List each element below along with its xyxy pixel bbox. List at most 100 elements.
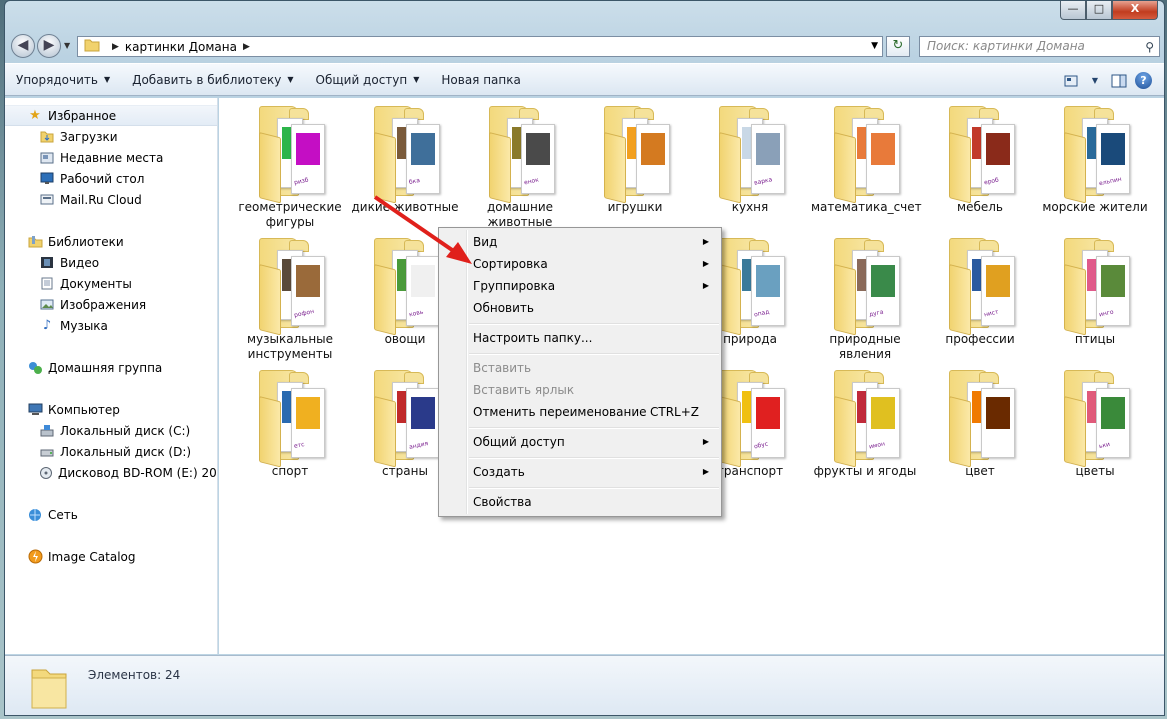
breadcrumb-current[interactable]: картинки Домана xyxy=(125,40,237,54)
folder-item[interactable]: игрушки xyxy=(581,100,689,228)
nav-video[interactable]: Видео xyxy=(5,252,217,273)
close-button[interactable]: X xyxy=(1112,1,1158,20)
picture-folder-icon: варка xyxy=(719,106,785,204)
nav-mailru-cloud[interactable]: Mail.Ru Cloud xyxy=(5,189,217,210)
chevron-down-icon: ▼ xyxy=(287,75,294,84)
folder-label: математика_счет xyxy=(811,200,922,214)
submenu-arrow-icon: ▶ xyxy=(702,259,709,268)
libraries-icon xyxy=(27,234,43,250)
menu-item-customize-folder[interactable]: Настроить папку... xyxy=(441,327,719,349)
nav-label: Библиотеки xyxy=(48,234,124,249)
breadcrumb-chevron-icon[interactable]: ▶ xyxy=(112,42,119,52)
address-dropdown-icon[interactable]: ▼ xyxy=(871,41,878,51)
minimize-button[interactable]: — xyxy=(1060,1,1086,20)
system-drive-icon xyxy=(39,423,55,439)
picture-folder-icon: имон xyxy=(834,370,900,468)
folder-item[interactable]: енок домашние животные xyxy=(466,100,574,229)
organize-label: Упорядочить xyxy=(16,72,98,87)
search-input[interactable]: Поиск: картинки Домана ⚲ xyxy=(919,36,1160,57)
add-to-library-button[interactable]: Добавить в библиотеку ▼ xyxy=(121,63,304,96)
picture-folder-icon: дуга xyxy=(834,238,900,336)
nav-images[interactable]: Изображения xyxy=(5,294,217,315)
nav-music[interactable]: ♪ Музыка xyxy=(5,315,217,336)
folder-item[interactable]: математика_счет xyxy=(811,100,922,228)
chevron-down-icon[interactable]: ▼ xyxy=(1090,70,1100,92)
picture-folder-icon: обус xyxy=(719,370,785,468)
folder-item[interactable]: нист профессии xyxy=(926,232,1034,360)
folder-item[interactable]: бка дикие животные xyxy=(351,100,459,228)
nav-label: Загрузки xyxy=(60,129,118,144)
nav-documents[interactable]: Документы xyxy=(5,273,217,294)
new-folder-button[interactable]: Новая папка xyxy=(430,63,531,96)
help-icon[interactable]: ? xyxy=(1135,72,1152,89)
nav-recent-places[interactable]: Недавние места xyxy=(5,147,217,168)
folder-item[interactable]: инго птицы xyxy=(1041,232,1149,360)
picture-folder-icon: енок xyxy=(489,106,555,204)
search-icon[interactable]: ⚲ xyxy=(1145,38,1154,57)
menu-item-group[interactable]: Группировка ▶ xyxy=(441,275,719,297)
menu-item-share[interactable]: Общий доступ ▶ xyxy=(441,431,719,453)
nav-favorites[interactable]: ★ Избранное xyxy=(5,105,217,126)
network-icon xyxy=(27,507,43,523)
nav-desktop[interactable]: Рабочий стол xyxy=(5,168,217,189)
refresh-icon[interactable]: ↻ xyxy=(886,36,910,57)
submenu-arrow-icon: ▶ xyxy=(702,437,709,446)
nav-computer[interactable]: Компьютер xyxy=(5,399,217,420)
folder-item[interactable]: ельпин морские жители xyxy=(1041,100,1149,228)
folder-label: фрукты и ягоды xyxy=(813,464,917,478)
nav-disk-c[interactable]: Локальный диск (C:) xyxy=(5,420,217,441)
folder-item[interactable]: ьки цветы xyxy=(1041,364,1149,492)
menu-separator xyxy=(469,427,719,429)
folder-item[interactable]: ероб мебель xyxy=(926,100,1034,228)
picture-folder-icon: бка xyxy=(374,106,440,204)
card-caption: ризб xyxy=(293,176,310,187)
menu-item-refresh[interactable]: Обновить xyxy=(441,297,719,319)
folder-label: спорт xyxy=(271,464,309,478)
menu-item-undo-rename[interactable]: Отменить переименование CTRL+Z xyxy=(441,401,719,423)
nav-homegroup[interactable]: Домашняя группа xyxy=(5,357,217,378)
menu-item-view[interactable]: Вид ▶ xyxy=(441,231,719,253)
view-options-icon[interactable] xyxy=(1058,70,1084,92)
menu-item-sort[interactable]: Сортировка ▶ xyxy=(441,253,719,275)
nav-disk-d[interactable]: Локальный диск (D:) xyxy=(5,441,217,462)
picture-folder-icon: ьки xyxy=(1064,370,1130,468)
nav-label: Локальный диск (D:) xyxy=(60,444,192,459)
folder-item[interactable]: имон фрукты и ягоды xyxy=(811,364,919,492)
share-label: Общий доступ xyxy=(315,72,408,87)
nav-libraries[interactable]: Библиотеки xyxy=(5,231,217,252)
address-bar[interactable]: ▶ картинки Домана ▶ ▼ xyxy=(77,36,883,57)
folder-label: домашние животные xyxy=(486,200,554,229)
optical-drive-icon xyxy=(39,465,53,481)
organize-button[interactable]: Упорядочить ▼ xyxy=(5,63,121,96)
folder-icon xyxy=(30,664,68,710)
menu-item-create[interactable]: Создать ▶ xyxy=(441,461,719,483)
picture-folder-icon xyxy=(949,370,1015,468)
forward-button[interactable]: ▶ xyxy=(37,34,61,58)
picture-folder-icon: ризб xyxy=(259,106,325,204)
picture-folder-icon: андия xyxy=(374,370,440,468)
history-dropdown-icon[interactable]: ▼ xyxy=(64,41,70,50)
nav-label: Изображения xyxy=(60,297,147,312)
chevron-down-icon: ▼ xyxy=(103,75,111,84)
nav-label: Сеть xyxy=(48,507,78,522)
menu-item-properties[interactable]: Свойства xyxy=(441,491,719,513)
folder-item[interactable]: цвет xyxy=(926,364,1034,492)
item-count: Элементов: 24 xyxy=(88,668,181,682)
nav-network[interactable]: Сеть xyxy=(5,504,217,525)
nav-image-catalog[interactable]: Image Catalog xyxy=(5,546,217,567)
folder-item[interactable]: рофон музыкальные инструменты xyxy=(236,232,344,361)
share-button[interactable]: Общий доступ ▼ xyxy=(305,63,431,96)
preview-pane-icon[interactable] xyxy=(1106,70,1132,92)
desktop-icon xyxy=(39,171,55,187)
picture-folder-icon xyxy=(604,106,670,204)
folder-item[interactable]: дуга природные явления xyxy=(811,232,919,361)
nav-downloads[interactable]: Загрузки xyxy=(5,126,217,147)
folder-item[interactable]: ризб геометрические фигуры xyxy=(236,100,344,229)
back-button[interactable]: ◀ xyxy=(11,34,35,58)
breadcrumb-chevron-icon[interactable]: ▶ xyxy=(243,42,250,52)
maximize-button[interactable]: □ xyxy=(1086,1,1112,20)
nav-bd-rom[interactable]: Дисковод BD-ROM (E:) 20060 xyxy=(5,462,217,483)
folder-item[interactable]: варка кухня xyxy=(696,100,804,228)
folder-icon xyxy=(84,38,100,55)
folder-item[interactable]: етс спорт xyxy=(236,364,344,492)
